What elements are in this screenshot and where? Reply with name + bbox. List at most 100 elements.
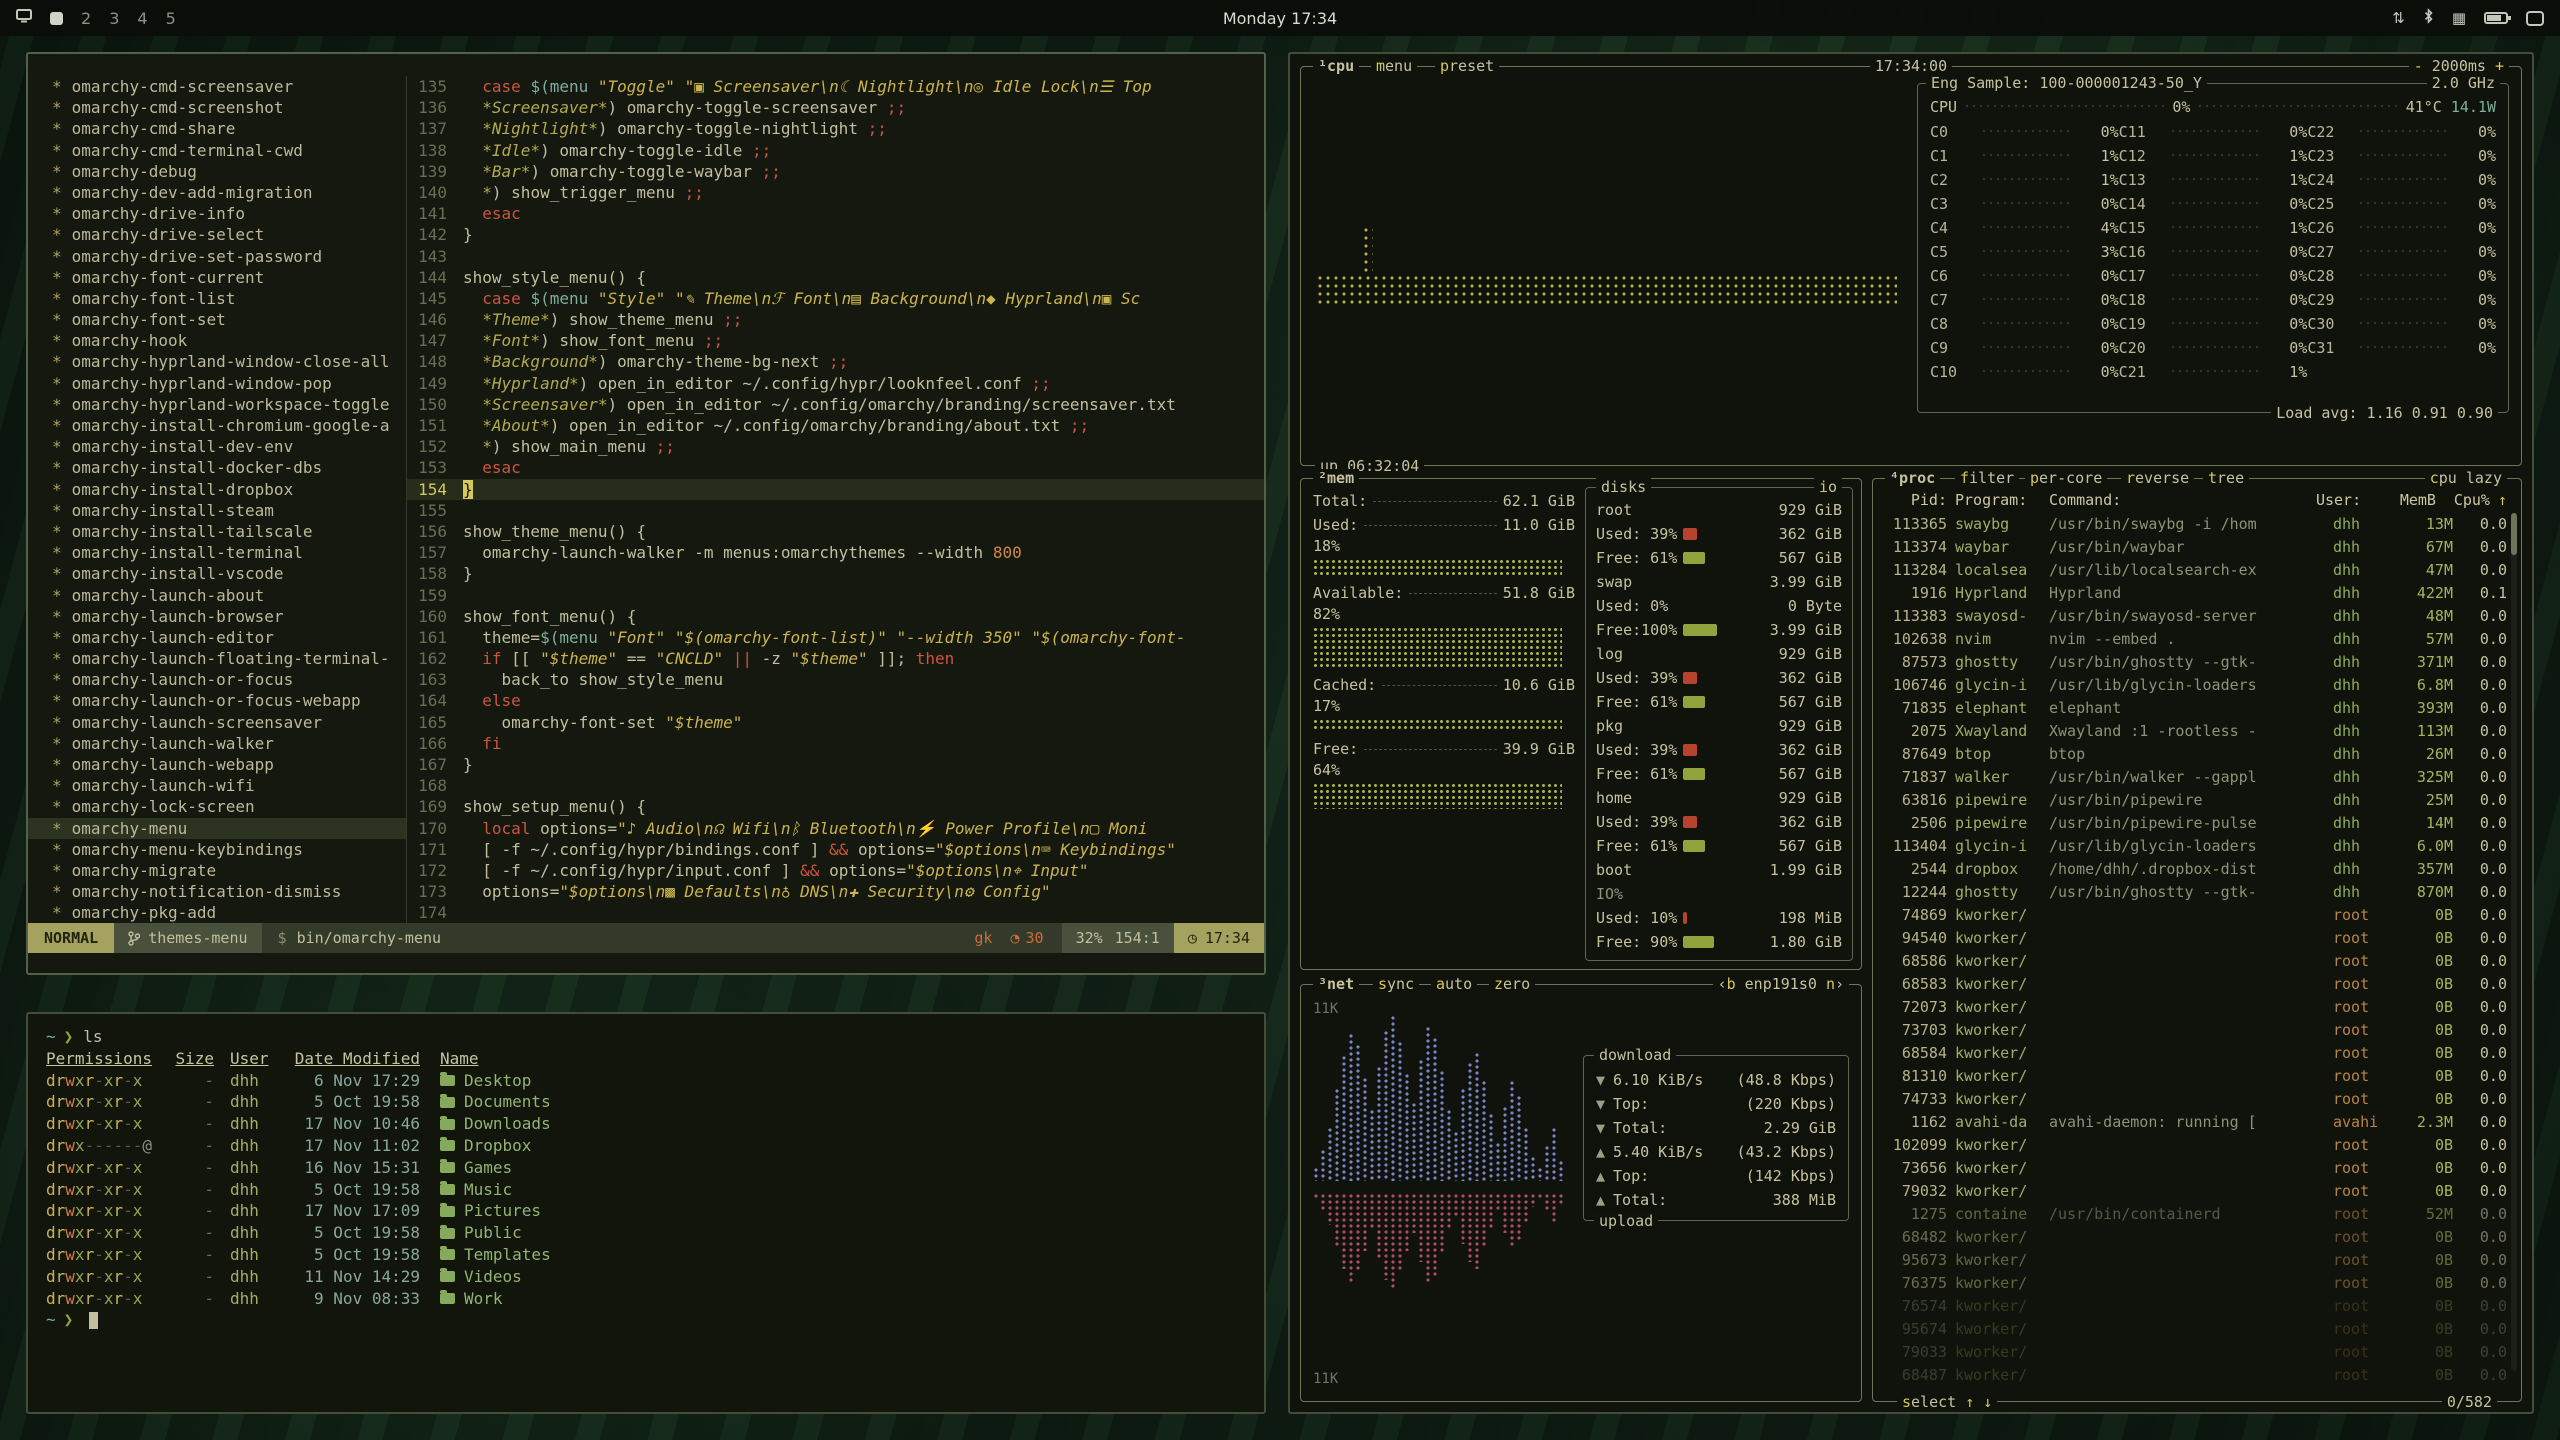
reverse-button[interactable]: reverse [2121, 469, 2194, 487]
per-core-button[interactable]: per-core [2025, 469, 2107, 487]
process-scrollbar[interactable] [2511, 513, 2517, 1371]
file-item[interactable]: *omarchy-launch-browser [52, 606, 406, 627]
sync-button[interactable]: sync [1373, 975, 1419, 993]
process-row[interactable]: 74869 kworker/ root 0B 0.0 [1883, 904, 2507, 927]
dir-name[interactable]: Dropbox [440, 1135, 531, 1157]
process-row[interactable]: 1162 avahi-da avahi-daemon: running [ av… [1883, 1111, 2507, 1134]
dir-name[interactable]: Public [440, 1222, 522, 1244]
workspace-number[interactable]: 5 [166, 9, 176, 28]
process-row[interactable]: 68586 kworker/ root 0B 0.0 [1883, 950, 2507, 973]
dir-name[interactable]: Pictures [440, 1200, 541, 1222]
process-row[interactable]: 102099 kworker/ root 0B 0.0 [1883, 1134, 2507, 1157]
file-item[interactable]: *omarchy-launch-or-focus [52, 669, 406, 690]
capture-icon[interactable] [2526, 11, 2544, 26]
file-item[interactable]: *omarchy-cmd-screenshot [52, 97, 406, 118]
dir-name[interactable]: Documents [440, 1091, 551, 1113]
process-row[interactable]: 74733 kworker/ root 0B 0.0 [1883, 1088, 2507, 1111]
select-hint[interactable]: select ↑ ↓ [1897, 1393, 1997, 1411]
file-item[interactable]: *omarchy-drive-select [52, 224, 406, 245]
process-row[interactable]: 2544 dropbox /home/dhh/.dropbox-dist dhh… [1883, 858, 2507, 881]
file-item[interactable]: *omarchy-drive-set-password [52, 246, 406, 267]
process-row[interactable]: 113383 swayosd- /usr/bin/swayosd-server … [1883, 605, 2507, 628]
file-item[interactable]: *omarchy-install-docker-dbs [52, 457, 406, 478]
file-item[interactable]: *omarchy-install-steam [52, 500, 406, 521]
file-item[interactable]: *omarchy-install-terminal [52, 542, 406, 563]
file-item[interactable]: *omarchy-launch-walker [52, 733, 406, 754]
file-item[interactable]: *omarchy-debug [52, 161, 406, 182]
process-row[interactable]: 1916 Hyprland Hyprland dhh 422M 0.1 [1883, 582, 2507, 605]
io-toggle[interactable]: io [1814, 478, 1842, 496]
auto-button[interactable]: auto [1431, 975, 1477, 993]
process-row[interactable]: 72073 kworker/ root 0B 0.0 [1883, 996, 2507, 1019]
process-row[interactable]: 68487 kworker/ root 0B 0.0 [1883, 1364, 2507, 1387]
process-row[interactable]: 81310 kworker/ root 0B 0.0 [1883, 1065, 2507, 1088]
process-row[interactable]: 79032 kworker/ root 0B 0.0 [1883, 1180, 2507, 1203]
process-row[interactable]: 71837 walker /usr/bin/walker --gappl dhh… [1883, 766, 2507, 789]
process-row[interactable]: 102638 nvim nvim --embed . dhh 57M 0.0 [1883, 628, 2507, 651]
dir-name[interactable]: Downloads [440, 1113, 551, 1135]
dir-name[interactable]: Desktop [440, 1070, 531, 1092]
process-row[interactable]: 63816 pipewire /usr/bin/pipewire dhh 25M… [1883, 789, 2507, 812]
file-item[interactable]: *omarchy-menu-keybindings [52, 839, 406, 860]
file-item[interactable]: *omarchy-hook [52, 330, 406, 351]
process-row[interactable]: 113404 glycin-i /usr/lib/glycin-loaders … [1883, 835, 2507, 858]
process-row[interactable]: 2075 Xwayland Xwayland :1 -rootless - dh… [1883, 720, 2507, 743]
file-item[interactable]: *omarchy-lock-screen [52, 796, 406, 817]
process-row[interactable]: 68584 kworker/ root 0B 0.0 [1883, 1042, 2507, 1065]
process-row[interactable]: 113284 localsea /usr/lib/localsearch-ex … [1883, 559, 2507, 582]
file-item[interactable]: *omarchy-launch-screensaver [52, 712, 406, 733]
workspace-active-indicator[interactable] [50, 12, 63, 25]
battery-icon[interactable] [2484, 12, 2508, 24]
process-row[interactable]: 68482 kworker/ root 0B 0.0 [1883, 1226, 2507, 1249]
file-item[interactable]: *omarchy-install-tailscale [52, 521, 406, 542]
file-item[interactable]: *omarchy-hyprland-window-close-all [52, 351, 406, 372]
file-item[interactable]: *omarchy-drive-info [52, 203, 406, 224]
process-row[interactable]: 87649 btop btop dhh 26M 0.0 [1883, 743, 2507, 766]
workspace-number[interactable]: 3 [109, 9, 119, 28]
process-row[interactable]: 1275 containe /usr/bin/containerd root 5… [1883, 1203, 2507, 1226]
process-row[interactable]: 68583 kworker/ root 0B 0.0 [1883, 973, 2507, 996]
dir-name[interactable]: Templates [440, 1244, 551, 1266]
process-row[interactable]: 12244 ghostty /usr/bin/ghostty --gtk- dh… [1883, 881, 2507, 904]
file-item[interactable]: *omarchy-launch-editor [52, 627, 406, 648]
process-row[interactable]: 106746 glycin-i /usr/lib/glycin-loaders … [1883, 674, 2507, 697]
file-item[interactable]: *omarchy-cmd-terminal-cwd [52, 140, 406, 161]
tree-button[interactable]: tree [2203, 469, 2249, 487]
file-item[interactable]: *omarchy-launch-about [52, 585, 406, 606]
workspace-number[interactable]: 2 [81, 9, 91, 28]
file-item[interactable]: *omarchy-font-list [52, 288, 406, 309]
file-item[interactable]: *omarchy-hyprland-workspace-toggle [52, 394, 406, 415]
process-row[interactable]: 113374 waybar /usr/bin/waybar dhh 67M 0.… [1883, 536, 2507, 559]
process-row[interactable]: 76574 kworker/ root 0B 0.0 [1883, 1295, 2507, 1318]
process-row[interactable]: 73703 kworker/ root 0B 0.0 [1883, 1019, 2507, 1042]
dir-name[interactable]: Videos [440, 1266, 522, 1288]
sort-column-selector[interactable]: cpu lazy [2425, 469, 2507, 487]
file-item[interactable]: *omarchy-install-dev-env [52, 436, 406, 457]
process-header[interactable]: Pid: Program: Command: User: MemB Cpu% ↑ [1883, 487, 2507, 513]
file-item[interactable]: *omarchy-migrate [52, 860, 406, 881]
dir-name[interactable]: Games [440, 1157, 512, 1179]
file-item[interactable]: *omarchy-hyprland-window-pop [52, 373, 406, 394]
process-row[interactable]: 94540 kworker/ root 0B 0.0 [1883, 927, 2507, 950]
file-item[interactable]: *omarchy-install-dropbox [52, 479, 406, 500]
network-icon[interactable]: ⇅ [2392, 9, 2405, 27]
process-row[interactable]: 113365 swaybg /usr/bin/swaybg -i /hom dh… [1883, 513, 2507, 536]
app-icon[interactable] [16, 9, 32, 27]
zero-button[interactable]: zero [1489, 975, 1535, 993]
process-row[interactable]: 71835 elephant elephant dhh 393M 0.0 [1883, 697, 2507, 720]
command-line[interactable] [28, 953, 1264, 973]
file-item[interactable]: *omarchy-launch-floating-terminal- [52, 648, 406, 669]
process-row[interactable]: 87573 ghostty /usr/bin/ghostty --gtk- dh… [1883, 651, 2507, 674]
file-item[interactable]: *omarchy-launch-wifi [52, 775, 406, 796]
file-item[interactable]: *omarchy-launch-webapp [52, 754, 406, 775]
file-item[interactable]: *omarchy-menu [28, 818, 406, 839]
file-item[interactable]: *omarchy-notification-dismiss [52, 881, 406, 902]
process-row[interactable]: 95673 kworker/ root 0B 0.0 [1883, 1249, 2507, 1272]
menu-button[interactable]: menu [1371, 57, 1417, 75]
file-item[interactable]: *omarchy-install-vscode [52, 563, 406, 584]
file-item[interactable]: *omarchy-dev-add-migration [52, 182, 406, 203]
process-row[interactable]: 73656 kworker/ root 0B 0.0 [1883, 1157, 2507, 1180]
file-item[interactable]: *omarchy-font-set [52, 309, 406, 330]
file-item[interactable]: *omarchy-font-current [52, 267, 406, 288]
refresh-interval[interactable]: - 2000ms + [2409, 57, 2509, 75]
